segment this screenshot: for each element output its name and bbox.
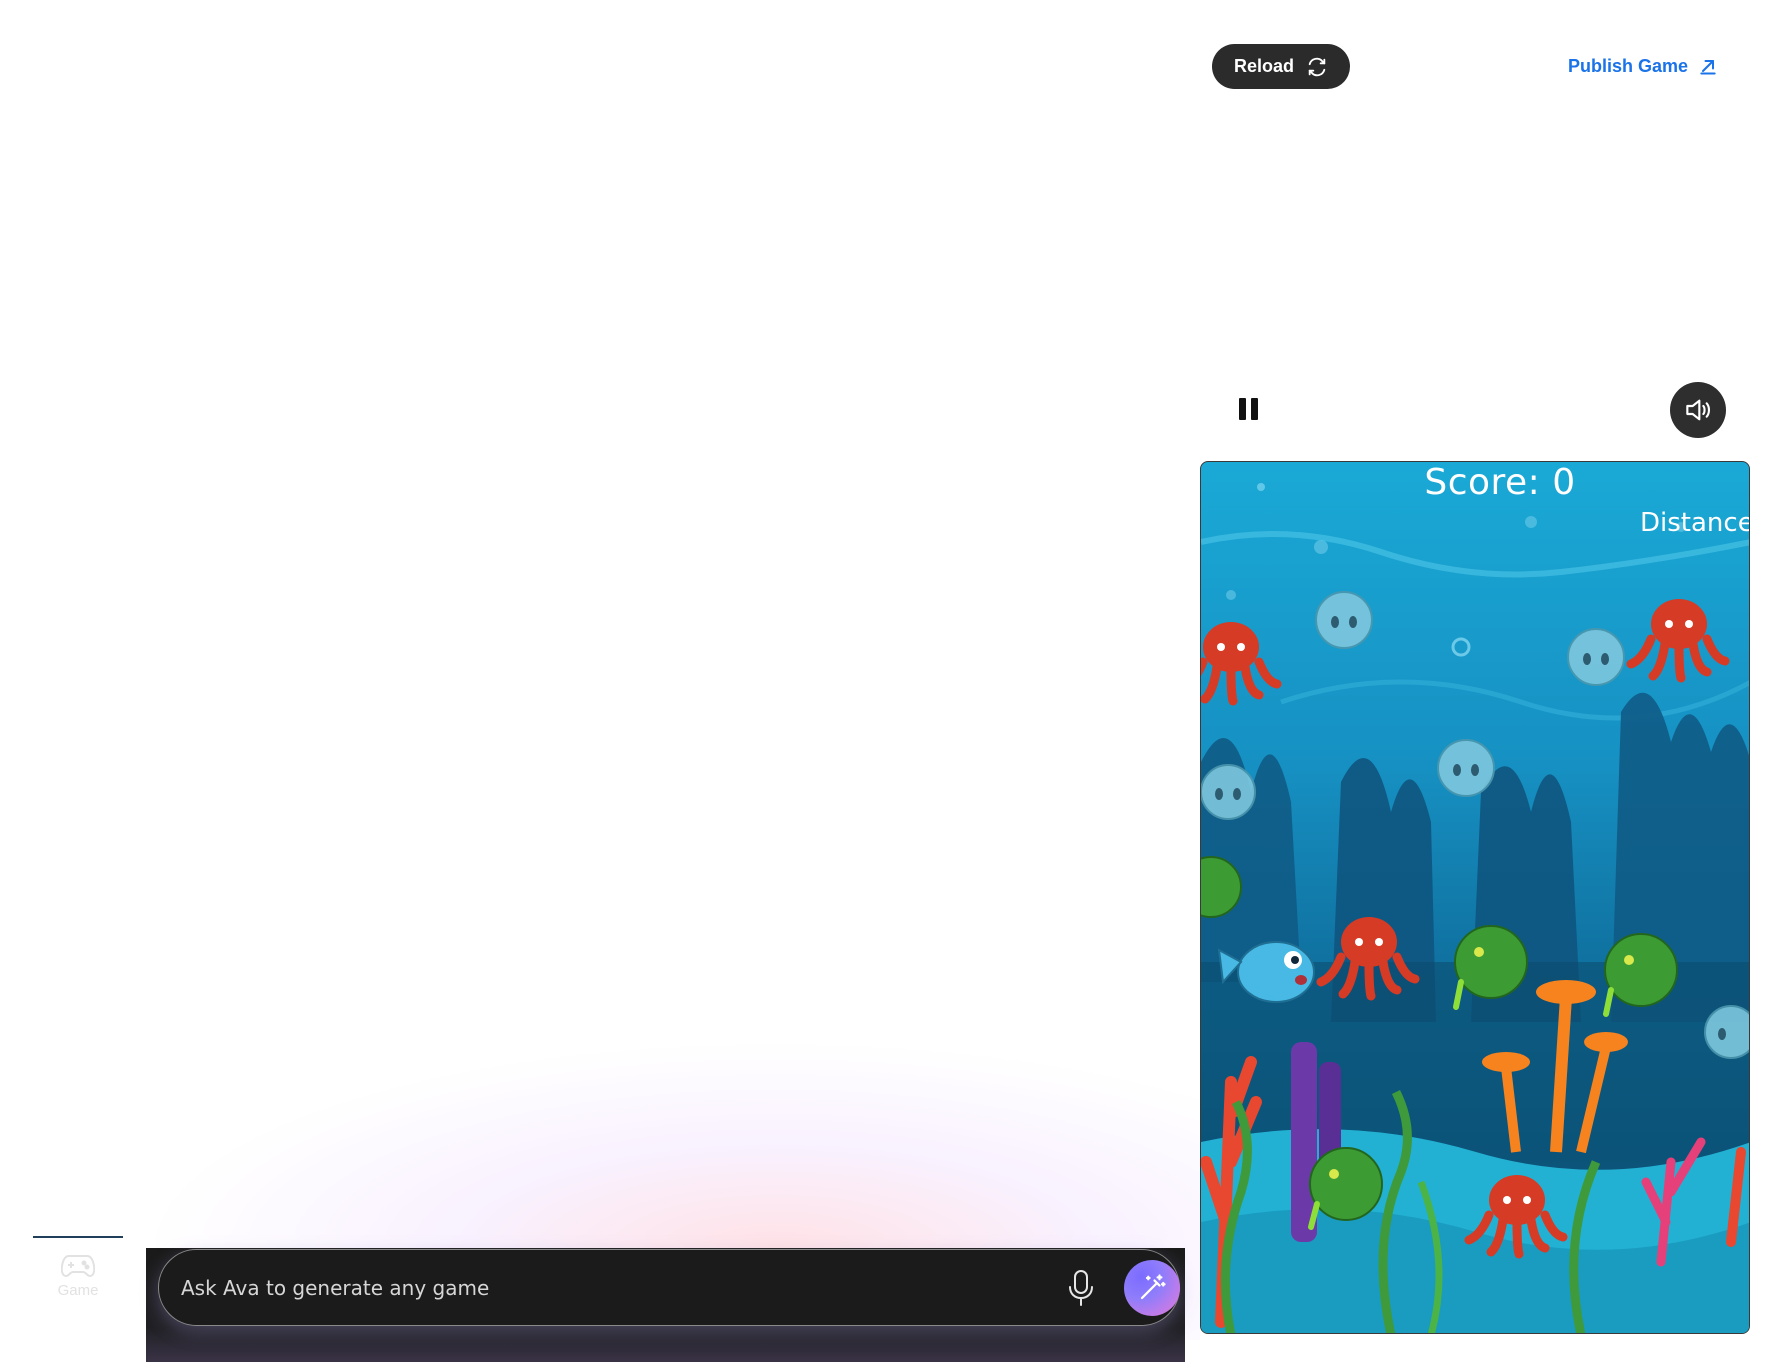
prompt-input[interactable]	[181, 1270, 1041, 1306]
pause-icon-bar-left	[1238, 398, 1246, 420]
nav-item-game-label: Game	[57, 1282, 99, 1299]
score-display: Score: 0	[1424, 462, 1576, 503]
prompt-area	[146, 1248, 1185, 1362]
publish-game-link[interactable]: Publish Game	[1568, 52, 1718, 80]
magic-wand-icon	[1140, 1274, 1166, 1300]
speaker-icon	[1686, 399, 1711, 421]
nav-active-indicator	[33, 1236, 123, 1238]
prompt-bar	[158, 1249, 1180, 1326]
distance-display: Distance:	[1640, 508, 1749, 538]
microphone-button[interactable]	[1059, 1266, 1103, 1310]
pause-button[interactable]	[1232, 393, 1264, 425]
refresh-icon	[1308, 57, 1326, 76]
underwater-scene	[1201, 483, 1749, 1333]
reload-label: Reload	[1233, 56, 1294, 76]
arrow-up-right-icon	[1700, 60, 1716, 75]
reload-button[interactable]: Reload	[1212, 44, 1350, 89]
nav-item-game[interactable]: Game	[48, 1252, 108, 1312]
generate-button[interactable]	[1124, 1260, 1180, 1316]
gamepad-icon	[61, 1255, 95, 1278]
sound-toggle-button[interactable]	[1670, 382, 1726, 438]
publish-label: Publish Game	[1568, 55, 1689, 76]
game-canvas[interactable]: Score: 0 Distance:	[1200, 461, 1750, 1334]
pause-icon-bar-right	[1250, 398, 1258, 420]
microphone-icon	[1069, 1270, 1093, 1306]
